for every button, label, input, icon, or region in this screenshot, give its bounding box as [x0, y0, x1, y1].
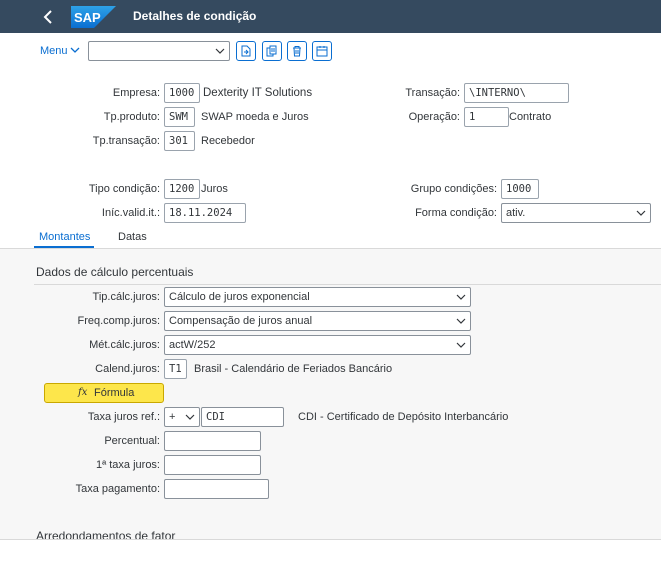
forma-condicao-label: Forma condição: — [415, 207, 497, 219]
action-select[interactable] — [88, 41, 230, 61]
tp-produto-label: Tp.produto: — [103, 111, 160, 123]
next-section-title-clip: Arredondamentos de fator — [34, 527, 334, 539]
shell-bar: SAP Detalhes de condição — [0, 0, 661, 33]
operacao-label: Operação: — [408, 111, 460, 123]
back-icon[interactable] — [38, 6, 60, 28]
calend-juros-value: T1 — [169, 363, 182, 375]
forma-condicao-select[interactable]: ativ. — [501, 203, 651, 223]
operacao-field[interactable]: 1 — [464, 107, 509, 127]
calend-juros-desc: Brasil - Calendário de Feriados Bancário — [194, 363, 393, 375]
tp-produto-field[interactable]: SWM — [164, 107, 195, 127]
taxa-sign-value: + — [169, 411, 176, 423]
tp-transacao-value: 301 — [169, 135, 188, 147]
tip-calc-juros-select[interactable]: Cálculo de juros exponencial — [164, 287, 471, 307]
freq-comp-juros-select[interactable]: Compensação de juros anual — [164, 311, 471, 331]
page-title: Detalhes de condição — [133, 9, 257, 23]
operacao-desc: Contrato — [509, 111, 552, 123]
formula-button[interactable]: fx Fórmula — [44, 383, 164, 403]
percentual-field[interactable] — [164, 431, 261, 451]
formula-label: Fórmula — [94, 387, 135, 399]
empresa-label: Empresa: — [112, 87, 160, 99]
tp-transacao-field[interactable]: 301 — [164, 131, 195, 151]
calendar-button[interactable] — [312, 41, 332, 61]
met-calc-juros-value: actW/252 — [169, 339, 216, 351]
svg-text:SAP: SAP — [74, 10, 101, 25]
transacao-field[interactable]: \INTERNO\ — [464, 83, 569, 103]
menu-label: Menu — [40, 45, 68, 57]
tip-calc-juros-value: Cálculo de juros exponencial — [169, 291, 310, 303]
chevron-down-icon — [215, 45, 225, 57]
inic-valid-field[interactable]: 18.11.2024 — [164, 203, 246, 223]
export-icon — [241, 45, 251, 57]
met-calc-juros-label: Mét.cálc.juros: — [89, 339, 160, 351]
tp-produto-value: SWM — [169, 111, 188, 123]
empresa-field[interactable]: 1000 — [164, 83, 200, 103]
copy-icon — [266, 45, 277, 57]
primeira-taxa-field[interactable] — [164, 455, 261, 475]
tp-transacao-desc: Recebedor — [201, 135, 255, 147]
sap-logo: SAP — [71, 6, 116, 28]
freq-comp-juros-label: Freq.comp.juros: — [77, 315, 160, 327]
tipo-condicao-field[interactable]: 1200 — [164, 179, 200, 199]
empresa-desc: Dexterity IT Solutions — [203, 87, 313, 99]
export-button[interactable] — [236, 41, 256, 61]
calend-juros-label: Calend.juros: — [95, 363, 160, 375]
inic-valid-label: Iníc.valid.it.: — [101, 207, 160, 219]
chevron-down-icon — [456, 315, 466, 327]
delete-icon — [293, 46, 301, 57]
next-section-title: Arredondamentos de fator — [36, 529, 176, 539]
tipo-condicao-desc: Juros — [201, 183, 228, 195]
taxa-pagamento-field[interactable] — [164, 479, 269, 499]
forma-condicao-value: ativ. — [506, 207, 526, 219]
tp-transacao-label: Tp.transação: — [92, 135, 160, 147]
chevron-down-icon — [636, 207, 646, 219]
chevron-down-icon — [456, 339, 466, 351]
section-divider — [34, 284, 661, 285]
met-calc-juros-select[interactable]: actW/252 — [164, 335, 471, 355]
primeira-taxa-label: 1ª taxa juros: — [96, 459, 160, 471]
chevron-down-icon — [456, 291, 466, 303]
chevron-down-icon — [70, 45, 80, 57]
tab-datas[interactable]: Datas — [118, 231, 147, 243]
taxa-juros-ref-value: CDI — [206, 411, 225, 423]
copy-button[interactable] — [262, 41, 282, 61]
function-icon: fx — [78, 387, 88, 398]
menu-button[interactable]: Menu — [40, 45, 80, 57]
taxa-juros-ref-label: Taxa juros ref.: — [87, 411, 160, 423]
percentual-label: Percentual: — [104, 435, 160, 447]
taxa-juros-ref-desc: CDI - Certificado de Depósito Interbancá… — [298, 411, 509, 423]
freq-comp-juros-value: Compensação de juros anual — [169, 315, 313, 327]
tipo-condicao-label: Tipo condição: — [88, 183, 160, 195]
tp-produto-desc: SWAP moeda e Juros — [201, 111, 309, 123]
inic-valid-value: 18.11.2024 — [169, 207, 233, 219]
calendar-icon — [316, 46, 328, 57]
bottom-divider — [0, 539, 661, 540]
grupo-condicoes-value: 1000 — [506, 183, 532, 195]
transacao-label: Transação: — [405, 87, 460, 99]
taxa-sign-select[interactable]: + — [164, 407, 200, 427]
tip-calc-juros-label: Tip.cálc.juros: — [92, 291, 160, 303]
empresa-value: 1000 — [169, 87, 195, 99]
delete-button[interactable] — [287, 41, 307, 61]
tab-montantes[interactable]: Montantes — [39, 231, 90, 243]
section-title: Dados de cálculo percentuais — [36, 265, 194, 279]
taxa-juros-ref-field[interactable]: CDI — [201, 407, 284, 427]
operacao-value: 1 — [469, 111, 476, 123]
grupo-condicoes-field[interactable]: 1000 — [501, 179, 539, 199]
taxa-pagamento-label: Taxa pagamento: — [75, 483, 160, 495]
tipo-condicao-value: 1200 — [169, 183, 195, 195]
chevron-down-icon — [185, 411, 195, 423]
calend-juros-field[interactable]: T1 — [164, 359, 187, 379]
transacao-value: \INTERNO\ — [469, 87, 526, 99]
grupo-condicoes-label: Grupo condições: — [410, 183, 497, 195]
